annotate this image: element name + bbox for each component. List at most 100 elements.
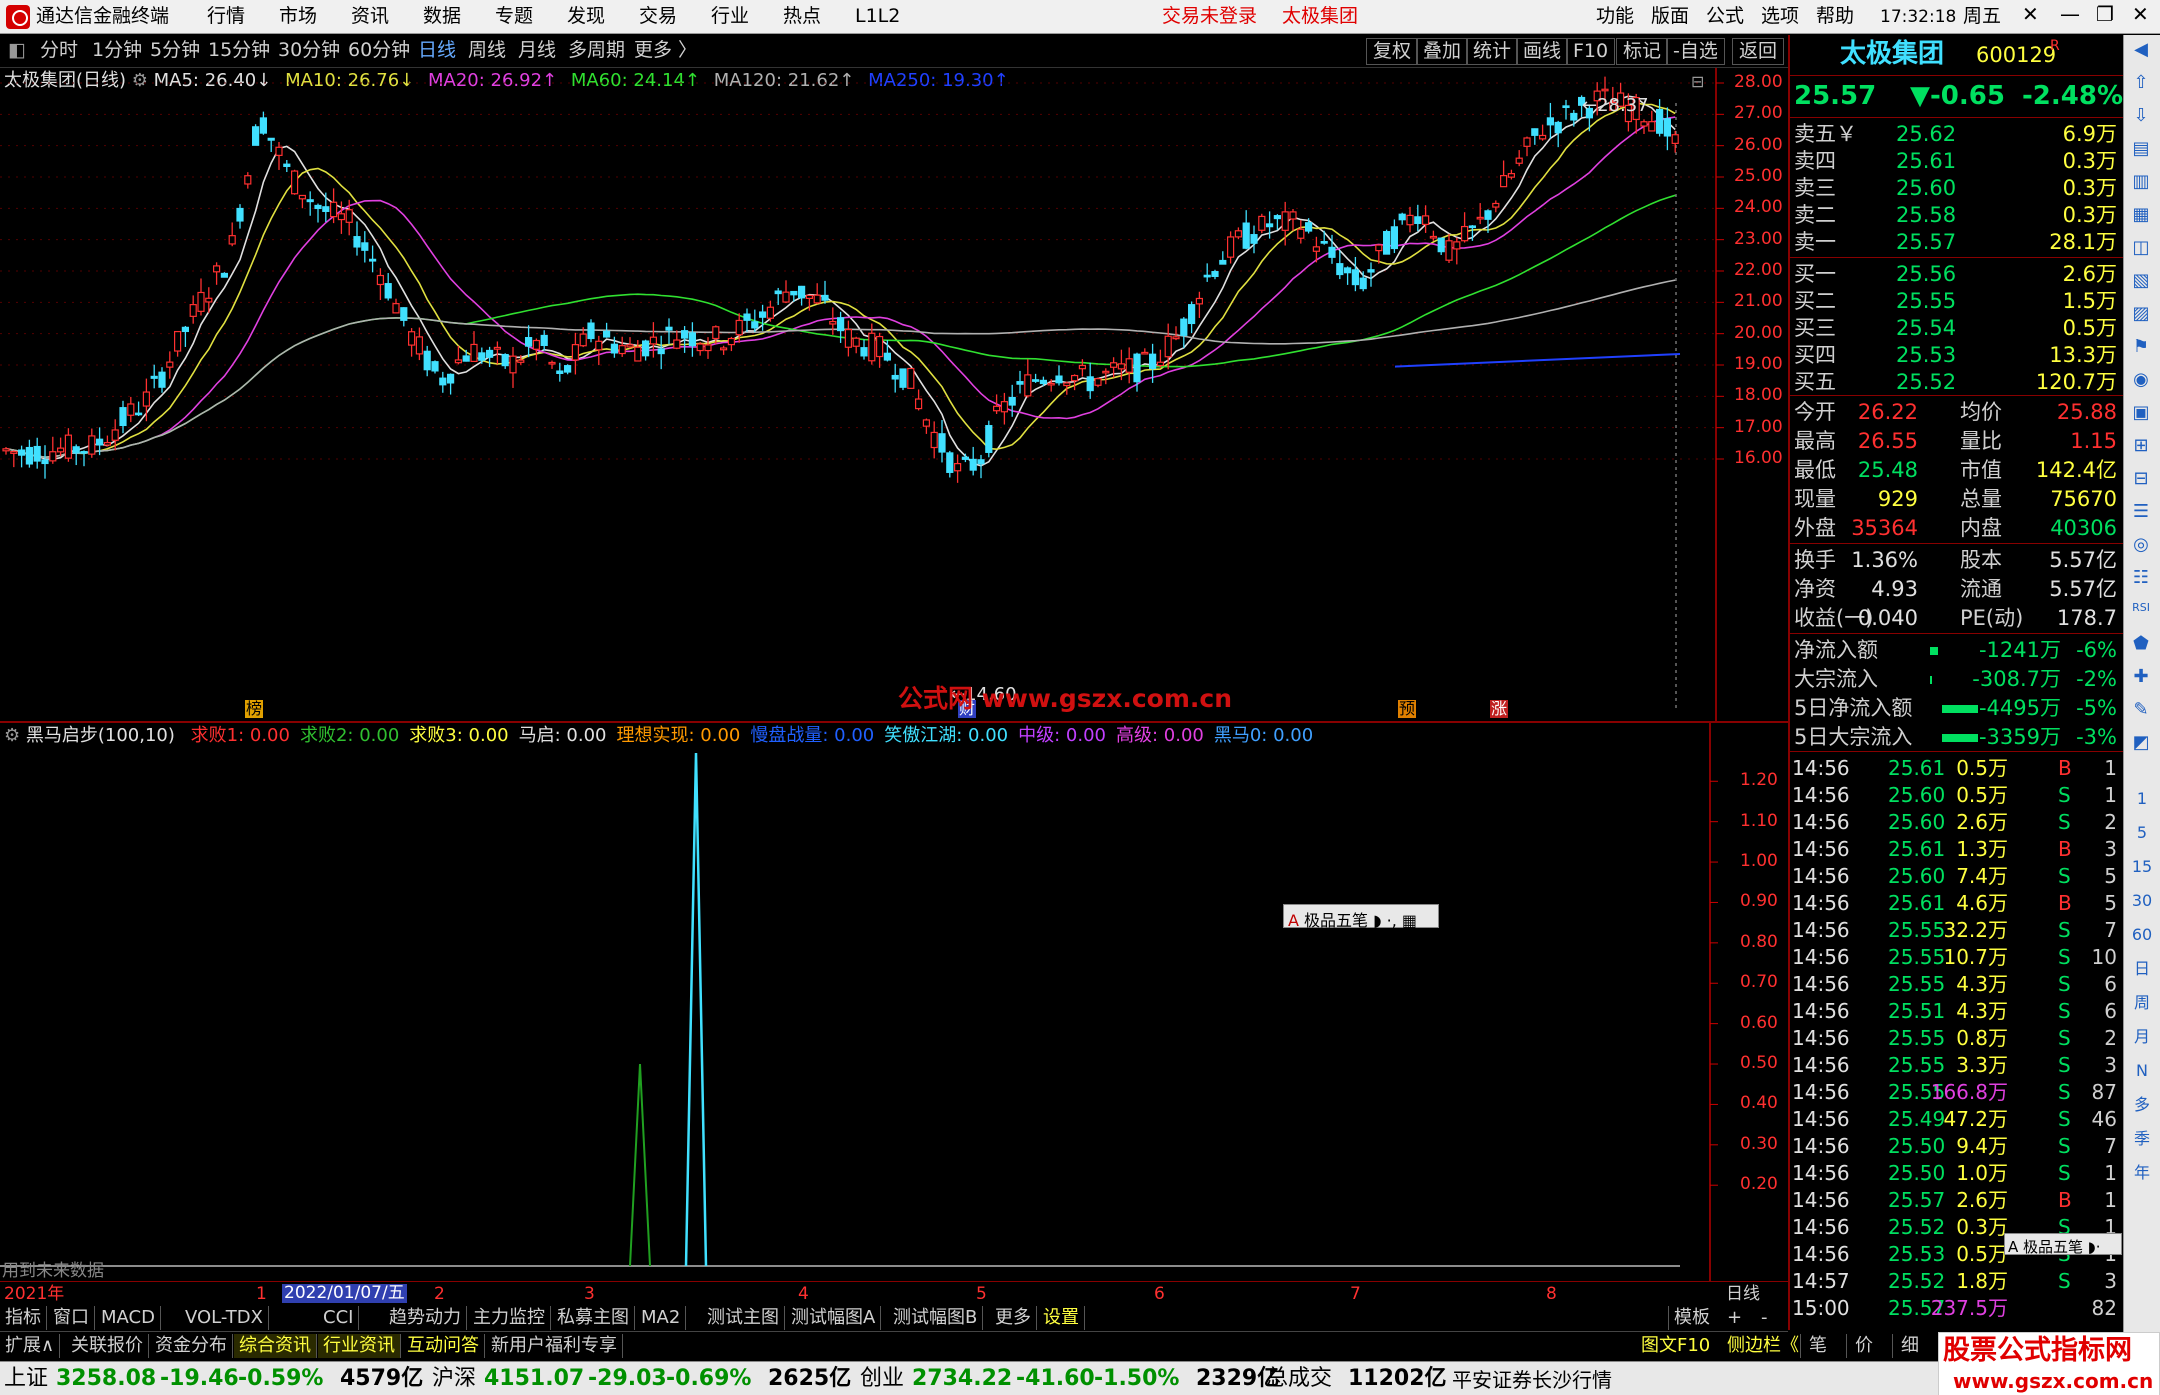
indicator-tab-4[interactable]: CCI	[318, 1306, 360, 1330]
restore-icon[interactable]: ❐	[2096, 4, 2114, 24]
close-icon[interactable]: ✕	[2022, 4, 2039, 24]
sidebar-tool-icon-13[interactable]: ⊟	[2130, 470, 2152, 488]
indicator-tab-5[interactable]: 趋势动力	[384, 1306, 467, 1330]
sidebar-tool-icon-7[interactable]: ▧	[2130, 272, 2152, 290]
menu-discover[interactable]: 发现	[567, 7, 605, 26]
sidebar-period-11[interactable]: 年	[2130, 1165, 2154, 1181]
sidebar-tool-icon-19[interactable]: ✚	[2130, 668, 2152, 686]
menu-function[interactable]: 功能	[1596, 7, 1634, 26]
info-tab-5[interactable]: 互动问答	[402, 1334, 485, 1358]
event-marker-forecast[interactable]: 预	[1398, 700, 1417, 718]
tick-view-tab-1[interactable]: 价	[1846, 1334, 1881, 1358]
indicator-tab-12[interactable]: 更多	[990, 1306, 1037, 1330]
menu-data[interactable]: 数据	[423, 7, 461, 26]
sidebar-period-9[interactable]: 多	[2130, 1097, 2154, 1113]
sidebar-period-1[interactable]: 5	[2130, 825, 2154, 841]
sidebar-tool-icon-10[interactable]: ◉	[2130, 371, 2152, 389]
sidebar-period-10[interactable]: 季	[2130, 1131, 2154, 1147]
ime-toolbar-2[interactable]: A 极品五笔 ◗·	[2004, 1233, 2122, 1255]
sidebar-tool-icon-21[interactable]: ◩	[2130, 734, 2152, 752]
indicator-tab-3[interactable]: VOL-TDX	[180, 1306, 269, 1330]
menu-help[interactable]: 帮助	[1816, 7, 1854, 26]
menu-hot[interactable]: 热点	[783, 7, 821, 26]
indicator-tab-2[interactable]: MACD	[96, 1306, 161, 1330]
menu-market[interactable]: 市场	[279, 7, 317, 26]
period-more[interactable]: 更多 〉	[634, 41, 697, 60]
sidebar-tool-icon-6[interactable]: ◫	[2130, 239, 2152, 257]
sidebar-period-0[interactable]: 1	[2130, 791, 2154, 807]
collapse-icon[interactable]: ◧	[8, 41, 26, 60]
sidebar-period-8[interactable]: N	[2130, 1063, 2154, 1079]
tool-overlay[interactable]: 叠加	[1416, 38, 1469, 65]
sidebar-period-5[interactable]: 日	[2130, 961, 2154, 977]
menu-l1l2[interactable]: L1L2	[855, 7, 900, 26]
indicator-tab-0[interactable]: 指标	[0, 1306, 47, 1330]
close-window-icon[interactable]: ✕	[2132, 4, 2149, 24]
menu-trade[interactable]: 交易	[639, 7, 677, 26]
period-intraday[interactable]: 分时	[40, 41, 78, 60]
tool-draw[interactable]: 画线	[1516, 38, 1569, 65]
tick-view-tab-2[interactable]: 细	[1892, 1334, 1927, 1358]
sidebar-tool-icon-8[interactable]: ▨	[2130, 305, 2152, 323]
indicator-tab-8[interactable]: MA2	[636, 1306, 687, 1330]
sidebar-tool-icon-0[interactable]: ◀	[2130, 41, 2152, 59]
indicator-tab-6[interactable]: 主力监控	[468, 1306, 551, 1330]
event-marker-list[interactable]: 榜	[245, 700, 264, 718]
sidebar-period-4[interactable]: 60	[2130, 927, 2154, 943]
add-tab-button[interactable]: +	[1722, 1306, 1747, 1330]
sidebar-period-2[interactable]: 15	[2130, 859, 2154, 875]
sidebar-tool-icon-5[interactable]: ▦	[2130, 206, 2152, 224]
minimize-icon[interactable]: —	[2060, 4, 2080, 24]
tick-view-tab-0[interactable]: 笔	[1800, 1334, 1835, 1358]
menu-topics[interactable]: 专题	[495, 7, 533, 26]
template-button[interactable]: 模板	[1668, 1306, 1715, 1330]
period-multi[interactable]: 多周期	[568, 41, 625, 60]
sidebar-tool-icon-11[interactable]: ▣	[2130, 404, 2152, 422]
indicator-tab-7[interactable]: 私募主图	[552, 1306, 635, 1330]
remove-tab-button[interactable]: -	[1756, 1306, 1773, 1330]
sidebar-tool-icon-12[interactable]: ⊞	[2130, 437, 2152, 455]
sidebar-tool-icon-4[interactable]: ▥	[2130, 173, 2152, 191]
tool-mark[interactable]: 标记	[1616, 38, 1669, 65]
sidebar-tool-icon-20[interactable]: ✎	[2130, 701, 2152, 719]
sidebar-toggle[interactable]: 侧边栏《	[1722, 1334, 1804, 1358]
info-tab-0[interactable]: 扩展∧	[0, 1334, 61, 1358]
menu-industry[interactable]: 行业	[711, 7, 749, 26]
indicator-tab-13[interactable]: 设置	[1038, 1306, 1085, 1330]
info-tab-4[interactable]: 行业资讯	[318, 1334, 401, 1358]
period-monthly[interactable]: 月线	[518, 41, 556, 60]
period-daily[interactable]: 日线	[418, 41, 456, 60]
menu-quotes[interactable]: 行情	[207, 7, 245, 26]
indicator-panel[interactable]: ⚙ 黑马启步(100,10) 求败1: 0.00 求败2: 0.00 求败3: 0.…	[0, 723, 1788, 1288]
info-tab-6[interactable]: 新用户福利专享	[486, 1334, 623, 1358]
menu-formula[interactable]: 公式	[1706, 7, 1744, 26]
tool-adjust[interactable]: 复权	[1366, 38, 1419, 65]
menu-options[interactable]: 选项	[1761, 7, 1799, 26]
tool-back[interactable]: 返回	[1732, 38, 1785, 65]
sidebar-tool-icon-2[interactable]: ⇩	[2130, 107, 2152, 125]
sidebar-tool-icon-17[interactable]: RSI	[2130, 602, 2152, 613]
period-60min[interactable]: 60分钟	[348, 41, 410, 60]
sidebar-tool-icon-1[interactable]: ⇧	[2130, 74, 2152, 92]
menu-layout[interactable]: 版面	[1651, 7, 1689, 26]
period-5min[interactable]: 5分钟	[150, 41, 200, 60]
tool-stats[interactable]: 统计	[1466, 38, 1519, 65]
info-tab-3[interactable]: 综合资讯	[234, 1334, 317, 1358]
info-tab-2[interactable]: 资金分布	[150, 1334, 233, 1358]
f10-tab[interactable]: 图文F10	[1636, 1334, 1715, 1358]
sidebar-tool-icon-15[interactable]: ◎	[2130, 536, 2152, 554]
sidebar-period-7[interactable]: 月	[2130, 1029, 2154, 1045]
kline-panel[interactable]: 太极集团(日线) ⚙ MA5: 26.40↓ MA10: 26.76↓ MA20…	[0, 68, 1788, 723]
tool-f10[interactable]: F10	[1566, 38, 1616, 65]
period-weekly[interactable]: 周线	[468, 41, 506, 60]
indicator-tab-9[interactable]: 测试主图	[702, 1306, 785, 1330]
period-30min[interactable]: 30分钟	[278, 41, 340, 60]
info-tab-1[interactable]: 关联报价	[66, 1334, 149, 1358]
sidebar-tool-icon-18[interactable]: ⬟	[2130, 635, 2152, 653]
indicator-tab-11[interactable]: 测试幅图B	[888, 1306, 984, 1330]
sidebar-tool-icon-9[interactable]: ⚑	[2130, 338, 2152, 356]
login-status[interactable]: 交易未登录	[1162, 7, 1257, 26]
sidebar-tool-icon-3[interactable]: ▤	[2130, 140, 2152, 158]
period-15min[interactable]: 15分钟	[208, 41, 270, 60]
indicator-tab-1[interactable]: 窗口	[48, 1306, 95, 1330]
